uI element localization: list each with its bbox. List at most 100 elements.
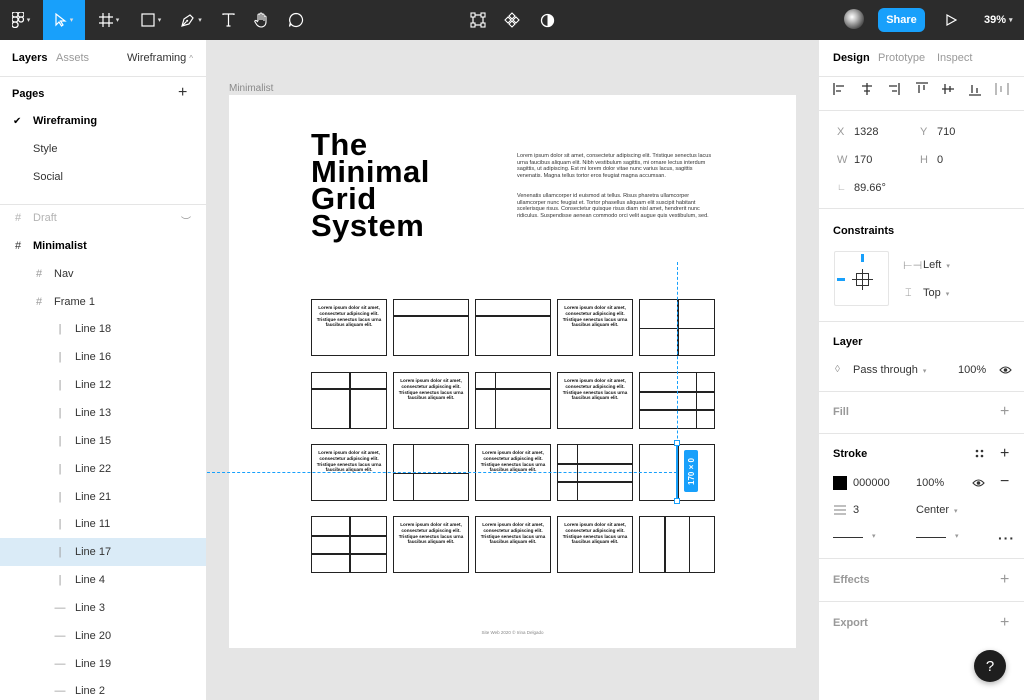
add-fill-button[interactable]: +	[1000, 404, 1009, 420]
layer-item[interactable]: | Line 15	[0, 427, 206, 455]
horizontal-constraint-dropdown[interactable]: Left ▾	[923, 259, 950, 271]
align-right-icon[interactable]	[886, 82, 900, 96]
grid-cell[interactable]: Lorem ipsum dolor sit amet, consectetur …	[557, 299, 633, 356]
layer-item[interactable]: | Line 17	[0, 538, 206, 567]
tab-inspect[interactable]: Inspect	[937, 52, 972, 64]
layer-item[interactable]: | Line 22	[0, 455, 206, 483]
pen-tool-button[interactable]: ▾	[174, 0, 208, 40]
minimalist-frame[interactable]: The Minimal Grid System Lorem ipsum dolo…	[229, 95, 796, 648]
tab-layers[interactable]: Layers	[12, 52, 47, 64]
grid-cell[interactable]: Lorem ipsum dolor sit amet, consectetur …	[557, 516, 633, 573]
body-paragraph[interactable]: Lorem ipsum dolor sit amet, consectetur …	[517, 153, 717, 179]
align-bottom-icon[interactable]	[968, 82, 982, 96]
end-point-dropdown[interactable]	[916, 537, 946, 538]
grid-divider-line[interactable]	[494, 373, 496, 428]
advanced-stroke-button[interactable]: ···	[998, 530, 1015, 546]
layer-item[interactable]: — Line 19	[0, 650, 206, 678]
crop-button[interactable]	[466, 0, 490, 40]
add-export-button[interactable]: +	[1000, 615, 1009, 631]
grid-divider-line[interactable]	[558, 481, 632, 483]
stroke-opacity-input[interactable]: 100%	[916, 477, 944, 489]
layer-item[interactable]: # Frame 1	[0, 288, 206, 316]
grid-cell[interactable]: Lorem ipsum dolor sit amet, consectetur …	[393, 516, 469, 573]
grid-cell[interactable]	[639, 516, 715, 573]
grid-divider-line[interactable]	[695, 373, 697, 428]
layer-opacity-input[interactable]: 100%	[958, 364, 986, 376]
page-title[interactable]: The Minimal Grid System	[311, 129, 430, 241]
grid-cell[interactable]	[311, 516, 387, 573]
add-stroke-button[interactable]: +	[1000, 446, 1009, 462]
grid-cell[interactable]	[475, 299, 551, 356]
grid-divider-line[interactable]	[349, 517, 351, 572]
grid-cell[interactable]: Lorem ipsum dolor sit amet, consectetur …	[475, 516, 551, 573]
constraint-top-indicator[interactable]	[861, 254, 864, 262]
layer-item[interactable]: | Line 13	[0, 399, 206, 427]
height-input[interactable]: 0	[937, 154, 943, 166]
blend-mode-dropdown[interactable]: Pass through ▾	[853, 364, 926, 376]
tab-prototype[interactable]: Prototype	[878, 52, 925, 64]
width-input[interactable]: 170	[854, 154, 872, 166]
grid-divider-line[interactable]	[349, 373, 351, 428]
tab-design[interactable]: Design	[833, 52, 870, 64]
align-horizontal-center-icon[interactable]	[860, 82, 874, 96]
comment-tool-button[interactable]	[284, 0, 308, 40]
add-page-button[interactable]: +	[178, 84, 187, 102]
grid-cell[interactable]: Lorem ipsum dolor sit amet, consectetur …	[557, 372, 633, 429]
grid-cell[interactable]	[475, 372, 551, 429]
grid-divider-line[interactable]	[476, 388, 550, 390]
align-top-icon[interactable]	[915, 82, 929, 96]
constraint-left-indicator[interactable]	[837, 278, 845, 281]
layer-item[interactable]: # Nav	[0, 260, 206, 288]
stroke-weight-input[interactable]: 3	[853, 504, 859, 516]
shape-tool-button[interactable]: ▾	[134, 0, 168, 40]
page-selector[interactable]: Wireframing ^	[127, 52, 193, 64]
hand-tool-button[interactable]	[249, 0, 273, 40]
rotation-input[interactable]: 89.66°	[854, 182, 886, 194]
layer-item[interactable]: | Line 11	[0, 510, 206, 538]
x-input[interactable]: 1328	[854, 126, 878, 138]
layer-item[interactable]: | Line 18	[0, 315, 206, 343]
layer-item[interactable]: | Line 16	[0, 343, 206, 371]
grid-divider-line[interactable]	[664, 517, 666, 572]
vertical-constraint-dropdown[interactable]: Top ▾	[923, 287, 949, 299]
move-tool-button[interactable]: ▾	[43, 0, 85, 40]
distribute-icon[interactable]	[995, 82, 1009, 96]
share-button[interactable]: Share	[878, 8, 925, 32]
eye-icon[interactable]	[972, 478, 985, 488]
layer-item[interactable]: | Line 12	[0, 371, 206, 399]
footer-credit[interactable]: Site Web 2020 © Irina Delgado	[229, 630, 796, 635]
tab-assets[interactable]: Assets	[56, 52, 89, 64]
text-tool-button[interactable]	[216, 0, 240, 40]
grid-cell[interactable]	[393, 299, 469, 356]
y-input[interactable]: 710	[937, 126, 955, 138]
present-button[interactable]	[940, 0, 962, 40]
grid-divider-line[interactable]	[476, 315, 550, 317]
layer-item[interactable]: — Line 20	[0, 622, 206, 650]
selection-handle-top[interactable]	[674, 440, 680, 446]
grid-divider-line[interactable]	[688, 517, 691, 572]
layer-item[interactable]: # Draft ︶	[0, 204, 206, 232]
help-button[interactable]: ?	[974, 650, 1006, 682]
layer-item[interactable]: | Line 4	[0, 566, 206, 594]
page-item[interactable]: ✔ Wireframing	[0, 107, 206, 135]
grid-cell[interactable]: Lorem ipsum dolor sit amet, consectetur …	[311, 299, 387, 356]
body-paragraph[interactable]: Venenatis ullamcorper id euismod at tell…	[517, 193, 717, 219]
page-item[interactable]: Social	[0, 163, 206, 191]
constraint-widget[interactable]	[834, 251, 889, 306]
frame-label[interactable]: Minimalist	[229, 83, 273, 94]
hidden-eye-icon[interactable]: ︶	[181, 213, 191, 228]
page-item[interactable]: Style	[0, 135, 206, 163]
start-point-dropdown[interactable]	[833, 537, 863, 538]
grid-cell[interactable]: Lorem ipsum dolor sit amet, consectetur …	[393, 372, 469, 429]
eye-icon[interactable]	[999, 365, 1012, 375]
remove-stroke-button[interactable]: −	[1000, 474, 1009, 490]
create-component-button[interactable]	[500, 0, 524, 40]
figma-menu-button[interactable]: ▾	[6, 0, 36, 40]
contrast-button[interactable]	[535, 0, 559, 40]
stroke-color-swatch[interactable]	[833, 476, 847, 490]
layer-item[interactable]: — Line 2	[0, 677, 206, 700]
grid-divider-line[interactable]	[558, 463, 632, 465]
canvas[interactable]: Minimalist The Minimal Grid System Lorem…	[207, 40, 818, 700]
layer-item[interactable]: # Minimalist	[0, 232, 206, 260]
stroke-align-dropdown[interactable]: Center ▾	[916, 504, 958, 516]
